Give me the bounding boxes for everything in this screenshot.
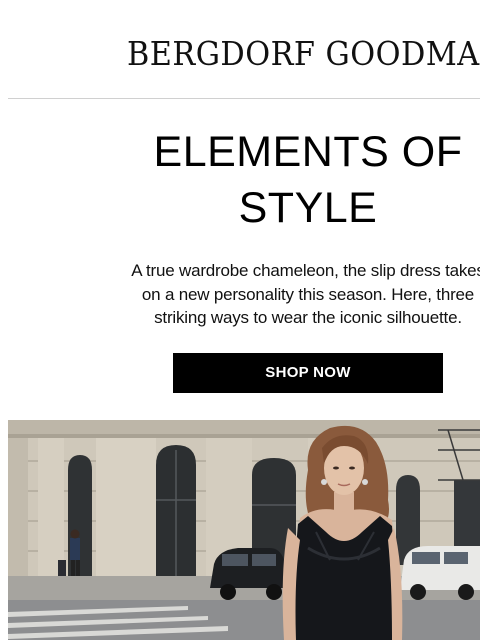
page-title: ELEMENTS OF STYLE xyxy=(68,124,480,236)
intro-paragraph: A true wardrobe chameleon, the slip dres… xyxy=(68,259,480,330)
hero-photo[interactable] xyxy=(8,420,480,640)
header-divider xyxy=(8,98,480,99)
brand-logo[interactable]: BERGDORF GOODMAN xyxy=(127,34,480,74)
shop-now-button[interactable]: SHOP NOW xyxy=(173,353,443,393)
headline-line-1: ELEMENTS OF xyxy=(153,128,463,176)
masthead: BERGDORF GOODMAN xyxy=(8,0,480,98)
headline-line-2: STYLE xyxy=(238,184,378,232)
hero-photo-illustration xyxy=(8,420,480,640)
intro-line-2: on a new personality this season. Here, … xyxy=(141,284,475,304)
intro-line-1: A true wardrobe chameleon, the slip dres… xyxy=(131,261,480,280)
email-body: BERGDORF GOODMAN ELEMENTS OF STYLE A tru… xyxy=(8,0,480,640)
intro-line-3: striking ways to wear the iconic silhoue… xyxy=(154,308,462,327)
